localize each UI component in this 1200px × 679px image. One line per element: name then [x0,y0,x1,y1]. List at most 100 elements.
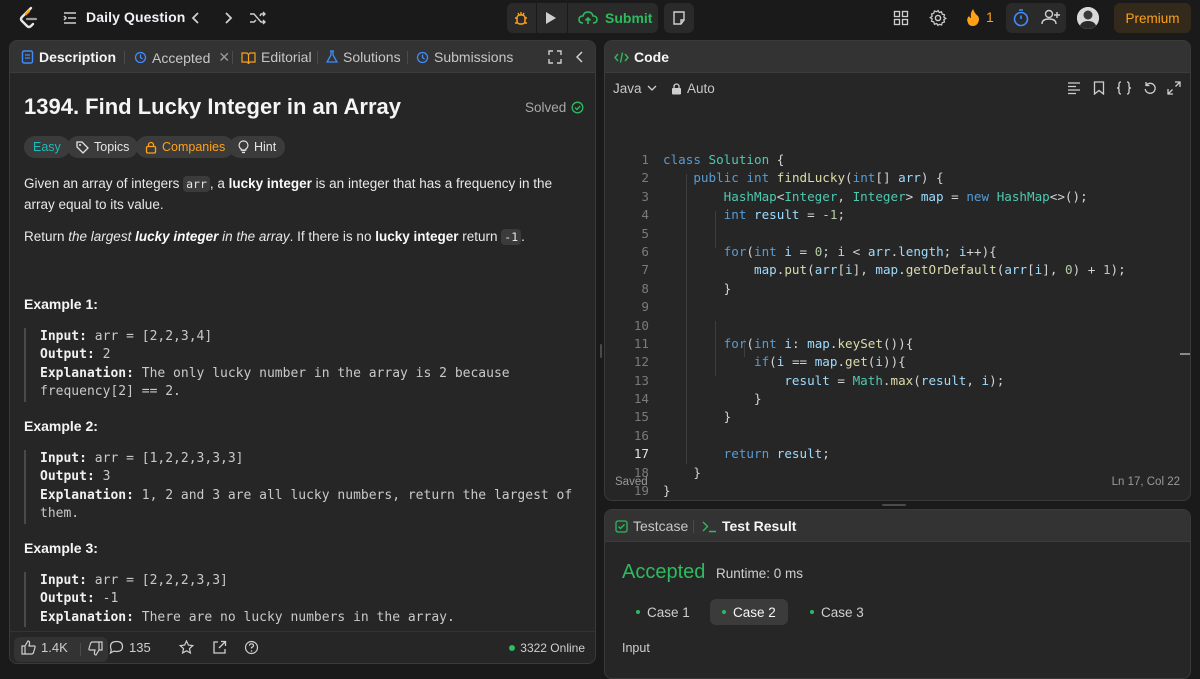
format-icon[interactable] [1067,81,1081,95]
code-line[interactable]: 6 for(int i = 0; i < arr.length; i++){ [611,243,1126,261]
avatar[interactable] [1077,7,1099,29]
code-line[interactable]: 11 for(int i: map.keySet()){ [611,335,1126,353]
reset-icon[interactable] [1143,81,1157,95]
code-line[interactable]: 14 } [611,390,1126,408]
comments-button[interactable]: 135 [109,640,151,655]
debug-icon[interactable] [511,8,531,28]
line-text[interactable]: } [663,464,701,482]
problem-list-icon[interactable] [62,10,78,26]
code-line[interactable]: 4 int result = -1; [611,206,1126,224]
line-text[interactable]: return result; [663,445,830,463]
help-icon[interactable] [244,640,259,655]
horizontal-resize-handle[interactable] [882,504,906,506]
line-text[interactable]: map.put(arr[i], map.getOrDefault(arr[i],… [663,261,1126,279]
submit-button[interactable]: Submit [570,3,658,33]
leetcode-logo-icon[interactable] [18,6,40,30]
auto-mode[interactable]: Auto [671,81,715,96]
share-icon[interactable] [212,640,227,655]
case-tab-3[interactable]: Case 3 [798,599,876,625]
close-tab-icon[interactable]: ✕ [218,49,230,66]
expand-icon[interactable] [1167,81,1181,95]
code-line[interactable]: 3 HashMap<Integer, Integer> map = new Ha… [611,188,1126,206]
problem-list-title[interactable]: Daily Question [86,9,185,25]
line-number: 11 [633,335,649,351]
vertical-resize-handle[interactable] [600,344,602,358]
run-icon[interactable] [541,9,559,27]
flask-icon [326,50,338,64]
code-line[interactable]: 16 [611,427,1126,445]
streak-count[interactable]: 1 [986,9,994,25]
line-number: 13 [633,372,649,388]
tab-test-result[interactable]: Test Result [702,518,796,534]
line-text[interactable]: } [663,482,671,500]
code-line[interactable]: 19} [611,482,1126,500]
line-text[interactable]: } [663,408,732,426]
code-line[interactable]: 13 result = Math.max(result, i); [611,372,1126,390]
collapse-chevron-icon[interactable] [574,50,586,64]
code-line[interactable]: 2 public int findLucky(int[] arr) { [611,169,1126,187]
hint-chip[interactable]: Hint [229,136,286,158]
prev-problem-icon[interactable] [189,10,203,26]
code-line[interactable]: 17 return result; [611,445,1126,463]
result-panel: Testcase Test Result Accepted Runtime: 0… [604,509,1191,679]
line-text[interactable]: for(int i: map.keySet()){ [663,335,914,353]
line-text[interactable]: } [663,390,762,408]
tab-testcase[interactable]: Testcase [615,518,688,534]
tab-accepted[interactable]: Accepted ✕ [134,49,230,66]
code-line[interactable]: 7 map.put(arr[i], map.getOrDefault(arr[i… [611,261,1126,279]
add-friend-icon[interactable] [1041,8,1061,26]
line-text[interactable]: int result = -1; [663,206,845,224]
case-tab-2[interactable]: Case 2 [710,599,788,625]
dislike-button[interactable] [88,641,103,656]
tab-submissions[interactable]: Submissions [416,49,513,65]
line-text[interactable]: } [663,280,732,298]
line-text[interactable]: class Solution { [663,151,784,169]
case-tab-1[interactable]: Case 1 [624,599,702,625]
code-line[interactable]: 12 if(i == map.get(i)){ [611,353,1126,371]
code-editor[interactable]: 1 class Solution {2 public int findLucky(… [611,151,1126,500]
like-button[interactable]: 1.4K [21,640,68,655]
line-text[interactable]: HashMap<Integer, Integer> map = new Hash… [663,188,1088,206]
code-line[interactable]: 8 } [611,280,1126,298]
code-line[interactable]: 18 } [611,464,1126,482]
notes-button[interactable] [664,3,694,33]
star-icon[interactable] [179,640,194,655]
next-problem-icon[interactable] [221,10,235,26]
tab-editorial[interactable]: Editorial [241,49,312,65]
premium-button[interactable]: Premium [1114,3,1191,33]
code-line[interactable]: 15 } [611,408,1126,426]
streak-fire-icon[interactable] [965,8,981,27]
code-line[interactable]: 10 [611,317,1126,335]
thumbs-down-icon [88,641,103,656]
settings-gear-icon[interactable] [929,9,947,27]
pass-dot [722,610,726,614]
companies-chip[interactable]: Companies [136,136,235,158]
tag-icon [76,140,89,154]
tab-description[interactable]: Description [21,49,116,65]
input-label: Input [622,641,650,655]
tab-solutions[interactable]: Solutions [326,49,401,65]
code-line[interactable]: 1 class Solution { [611,151,1126,169]
topics-chip[interactable]: Topics [67,136,139,158]
bookmark-icon[interactable] [1093,81,1105,95]
line-number: 8 [641,280,649,296]
example-2-block: Input: arr = [1,2,2,3,3,3] Output: 3 Exp… [24,450,584,524]
submit-label: Submit [605,10,653,26]
line-text[interactable]: public int findLucky(int[] arr) { [663,169,943,187]
curly-braces-icon[interactable] [1116,81,1132,95]
shuffle-icon[interactable] [249,10,267,26]
maximize-icon[interactable] [548,50,562,64]
tab-code[interactable]: Code [614,49,669,65]
code-line[interactable]: 5 [611,225,1126,243]
code-line[interactable]: 9 [611,298,1126,316]
line-text[interactable]: result = Math.max(result, i); [663,372,1004,390]
line-number: 9 [641,299,649,315]
difficulty-badge[interactable]: Easy [24,136,70,158]
pass-dot [636,610,640,614]
line-text[interactable]: for(int i = 0; i < arr.length; i++){ [663,243,997,261]
language-select[interactable]: Java [613,81,657,96]
layout-icon[interactable] [893,10,909,26]
timer-icon[interactable] [1012,8,1030,28]
description-panel: Description Accepted ✕ Editorial Solutio… [9,40,596,664]
line-text[interactable]: if(i == map.get(i)){ [663,353,906,371]
